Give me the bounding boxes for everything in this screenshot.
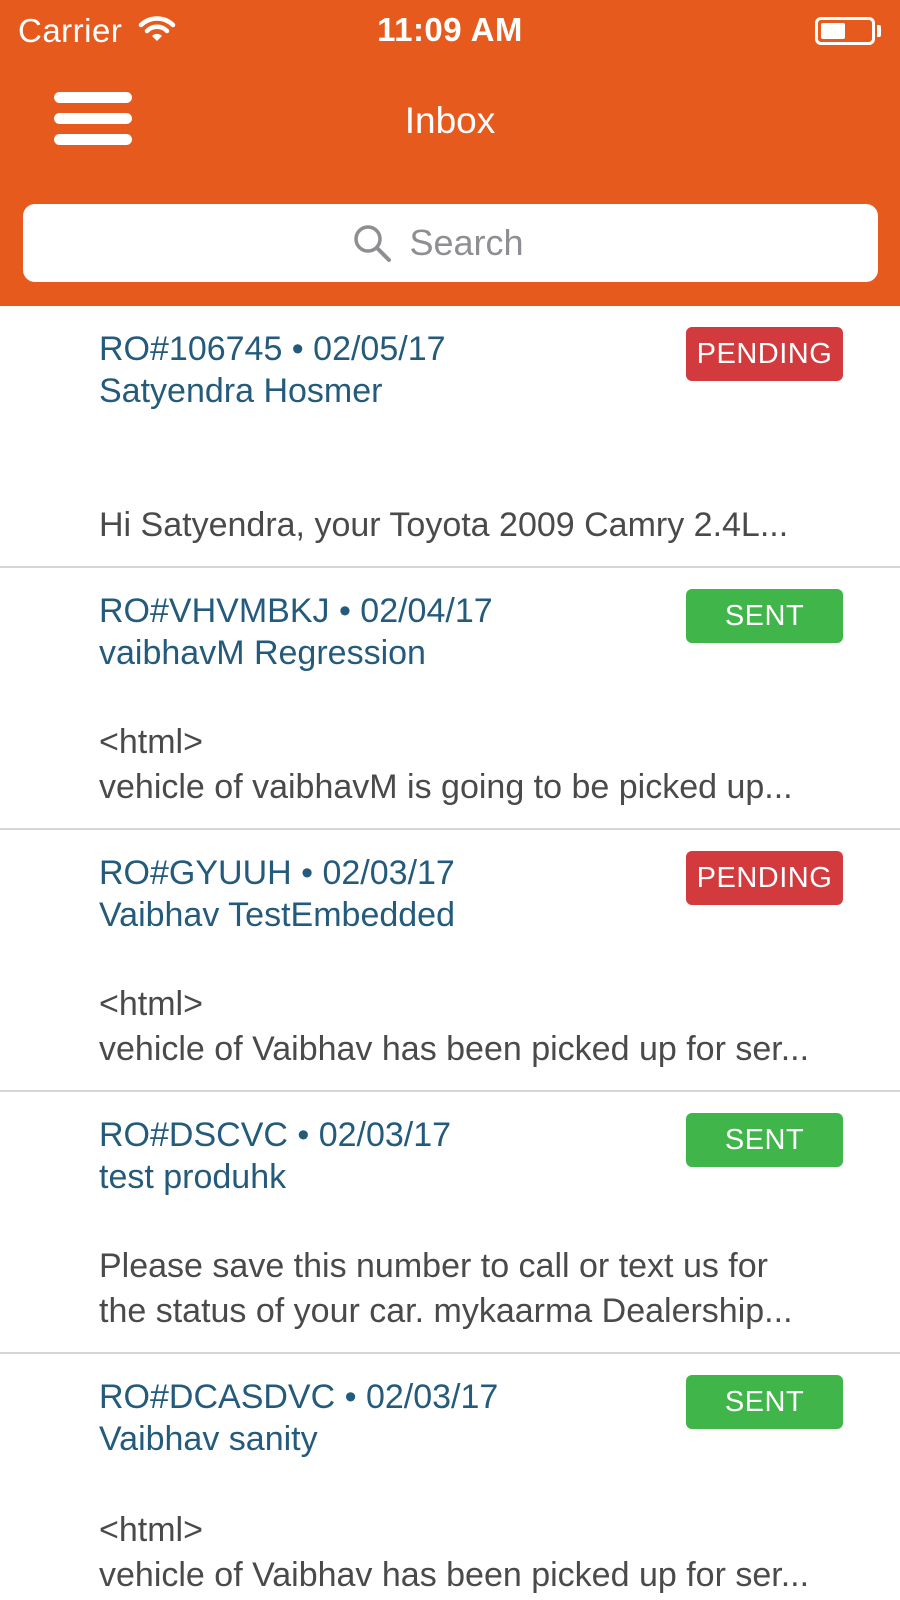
message-ro-date: RO#VHVMBKJ • 02/04/17: [99, 592, 493, 630]
message-preview-line: <html>: [99, 985, 203, 1023]
message-customer-name: Satyendra Hosmer: [99, 372, 383, 410]
message-preview-line: the status of your car. mykaarma Dealers…: [99, 1292, 793, 1330]
message-preview-line: vehicle of Vaibhav has been picked up fo…: [99, 1556, 810, 1594]
status-time: 11:09 AM: [377, 11, 523, 48]
message-preview: <html> vehicle of Vaibhav has been picked…: [99, 1508, 839, 1598]
message-list: RO#106745 • 02/05/17 Satyendra Hosmer PEND…: [0, 306, 900, 1600]
nav-header: Carrier 11:09 AM Inbox: [0, 0, 900, 306]
message-preview-line: Please save this number to call or text …: [99, 1247, 768, 1285]
search-icon: [353, 225, 391, 262]
message-preview-line: vehicle of Vaibhav has been picked up fo…: [99, 1030, 810, 1068]
message-ro-date: RO#106745 • 02/05/17: [99, 330, 446, 368]
message-ro-date: RO#GYUUH • 02/03/17: [99, 854, 455, 892]
status-badge: PENDING: [686, 851, 843, 905]
status-badge: PENDING: [686, 327, 843, 381]
message-preview-line: <html>: [99, 723, 203, 761]
battery-icon: [815, 17, 875, 45]
message-preview: Please save this number to call or text …: [99, 1244, 839, 1334]
message-list-item[interactable]: RO#DCASDVC • 02/03/17 Vaibhav sanity SENT <…: [0, 1354, 900, 1600]
page-title: Inbox: [404, 100, 496, 141]
message-ro-date: RO#DSCVC • 02/03/17: [99, 1116, 452, 1154]
status-bar: Carrier 11:09 AM: [0, 0, 900, 64]
message-list-item[interactable]: RO#106745 • 02/05/17 Satyendra Hosmer PEND…: [0, 306, 900, 568]
battery-level: [821, 23, 845, 39]
message-preview: Hi Satyendra, your Toyota 2009 Camry 2.4…: [99, 503, 839, 548]
message-list-item[interactable]: RO#GYUUH • 02/03/17 Vaibhav TestEmbedded P…: [0, 830, 900, 1092]
message-customer-name: Vaibhav TestEmbedded: [99, 896, 455, 934]
message-list-item[interactable]: RO#VHVMBKJ • 02/04/17 vaibhavM Regression…: [0, 568, 900, 830]
search-bar[interactable]: [23, 204, 878, 282]
message-preview-line: <html>: [99, 1511, 203, 1549]
message-ro-date: RO#DCASDVC • 02/03/17: [99, 1378, 499, 1416]
message-preview: <html> vehicle of Vaibhav has been picked…: [99, 982, 839, 1072]
status-badge: SENT: [686, 589, 843, 643]
status-badge: SENT: [686, 1375, 843, 1429]
message-preview-line: vehicle of vaibhavM is going to be picke…: [99, 768, 793, 806]
search-input[interactable]: [409, 222, 550, 264]
message-preview: <html> vehicle of vaibhavM is going to be…: [99, 720, 839, 810]
battery-tip: [877, 25, 881, 37]
message-customer-name: vaibhavM Regression: [99, 634, 426, 672]
message-preview-line: Hi Satyendra, your Toyota 2009 Camry 2.4…: [99, 506, 789, 544]
status-badge: SENT: [686, 1113, 843, 1167]
message-customer-name: test produhk: [99, 1158, 287, 1196]
message-list-item[interactable]: RO#DSCVC • 02/03/17 test produhk SENT Pleas…: [0, 1092, 900, 1354]
message-customer-name: Vaibhav sanity: [99, 1420, 318, 1458]
